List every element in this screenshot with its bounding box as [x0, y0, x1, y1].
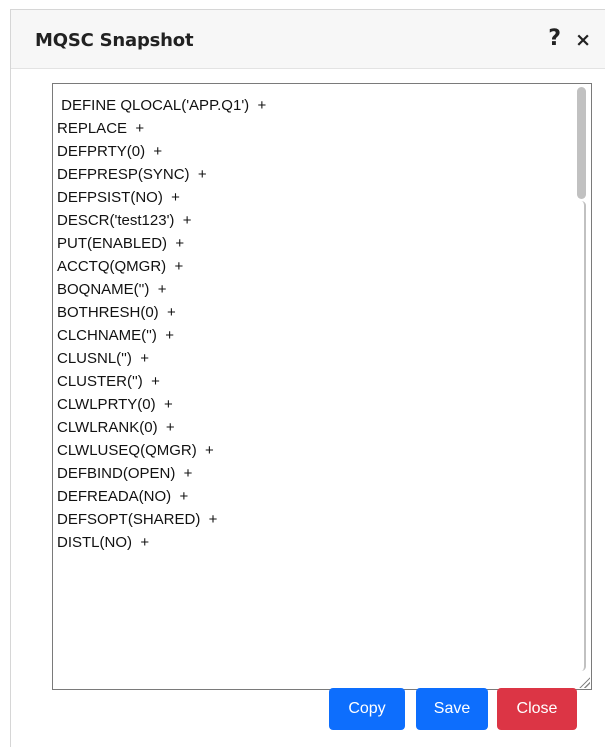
copy-button[interactable]: Copy	[329, 688, 405, 730]
mqsc-line: DISTL(NO) +	[57, 534, 150, 551]
mqsc-line: BOTHRESH(0) +	[57, 304, 176, 321]
mqsc-line: DEFSOPT(SHARED) +	[57, 511, 218, 528]
mqsc-line: DEFINE QLOCAL('APP.Q1') +	[57, 97, 267, 114]
mqsc-line: DEFPRTY(0) +	[57, 143, 163, 160]
mqsc-snapshot-dialog: MQSC Snapshot ? × DEFINE QLOCAL('APP.Q1'…	[10, 9, 605, 747]
mqsc-line: CLUSNL('') +	[57, 350, 149, 367]
mqsc-line: CLCHNAME('') +	[57, 327, 174, 344]
mqsc-line: DESCR('test123') +	[57, 212, 192, 229]
resize-grip-icon[interactable]	[578, 676, 590, 688]
dialog-title: MQSC Snapshot	[35, 30, 194, 51]
mqsc-line: PUT(ENABLED) +	[57, 235, 185, 252]
mqsc-line: CLUSTER('') +	[57, 373, 160, 390]
mqsc-textarea[interactable]: DEFINE QLOCAL('APP.Q1') + REPLACE + DEFP…	[52, 83, 592, 690]
scrollbar-track[interactable]	[577, 201, 586, 671]
mqsc-line: CLWLUSEQ(QMGR) +	[57, 442, 214, 459]
mqsc-line: REPLACE +	[57, 120, 145, 137]
mqsc-line: ACCTQ(QMGR) +	[57, 258, 184, 275]
mqsc-line: DEFPRESP(SYNC) +	[57, 166, 207, 183]
save-button[interactable]: Save	[416, 688, 488, 730]
mqsc-lines: DEFINE QLOCAL('APP.Q1') + REPLACE + DEFP…	[57, 94, 571, 554]
mqsc-line: CLWLRANK(0) +	[57, 419, 175, 436]
mqsc-line: BOQNAME('') +	[57, 281, 167, 298]
dialog-header: MQSC Snapshot ? ×	[11, 10, 605, 69]
mqsc-line: DEFPSIST(NO) +	[57, 189, 180, 206]
scrollbar-thumb[interactable]	[577, 87, 586, 199]
vertical-scrollbar[interactable]	[576, 87, 588, 671]
close-icon[interactable]: ×	[575, 29, 591, 51]
mqsc-line: DEFBIND(OPEN) +	[57, 465, 193, 482]
mqsc-line: CLWLPRTY(0) +	[57, 396, 173, 413]
help-icon[interactable]: ?	[548, 26, 561, 51]
close-button[interactable]: Close	[497, 688, 577, 730]
mqsc-line: DEFREADA(NO) +	[57, 488, 189, 505]
